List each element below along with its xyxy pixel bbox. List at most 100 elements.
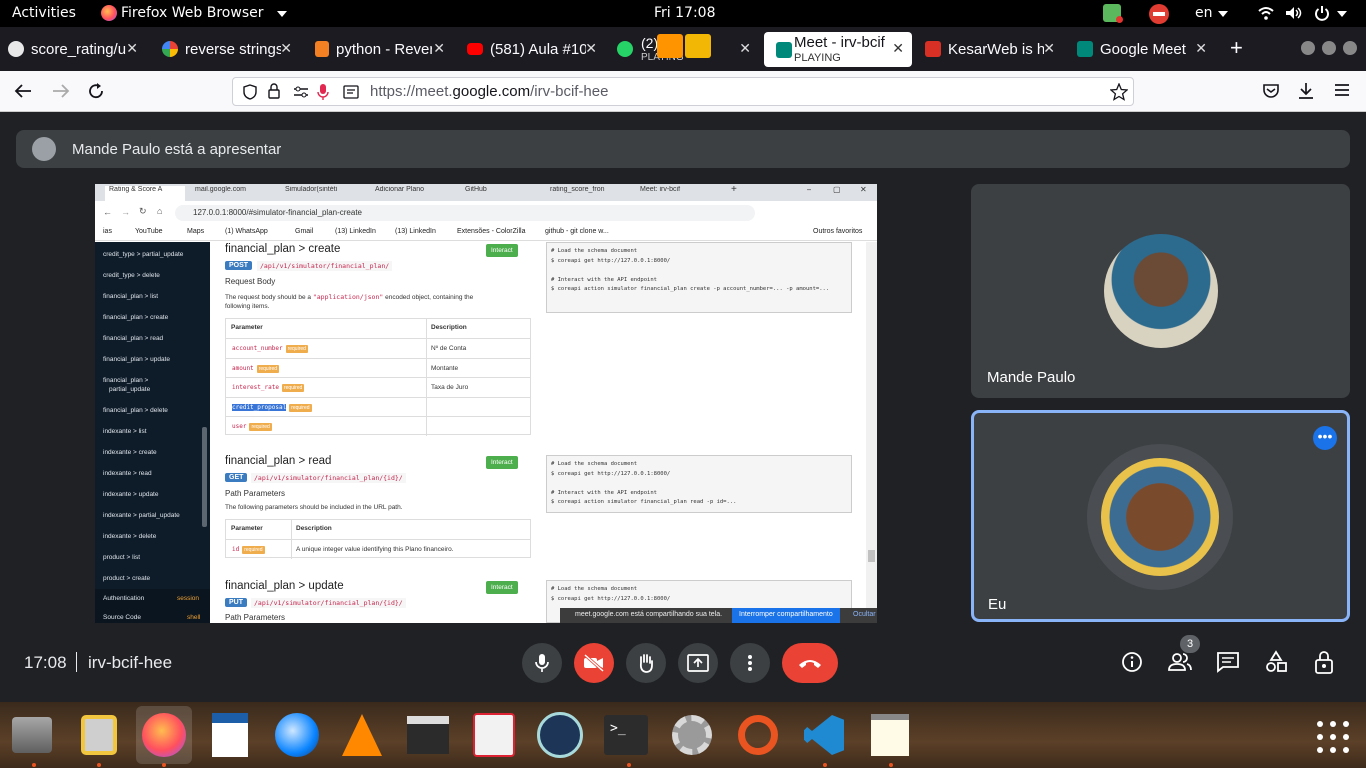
participant-tile[interactable]: Mande Paulo (971, 184, 1350, 398)
tab-reverse-strings[interactable]: reverse strings ✕ (162, 32, 294, 66)
pocket-icon[interactable] (1262, 82, 1280, 100)
more-options-icon[interactable]: ••• (1313, 426, 1337, 450)
info-icon[interactable] (1120, 650, 1146, 676)
downloads-icon[interactable] (1297, 82, 1315, 100)
table-row: amount required Montante (226, 357, 530, 378)
interact-button: Interact (486, 244, 518, 257)
shield-icon[interactable] (243, 84, 257, 100)
close-window-button[interactable] (1343, 41, 1357, 55)
self-tile[interactable]: ••• Eu (971, 410, 1350, 622)
forward-icon[interactable] (52, 83, 70, 99)
url-bar[interactable]: https://meet.google.com/irv-bcif-hee (232, 77, 1134, 106)
request-desc: The request body should be a "applicatio… (225, 293, 474, 301)
tab-google-meet[interactable]: Google Meet ✕ (1077, 32, 1209, 66)
leave-call-button[interactable] (782, 643, 838, 683)
dock-settings[interactable] (668, 711, 716, 759)
dock-pdf-viewer[interactable] (470, 711, 518, 759)
close-icon[interactable]: ✕ (1195, 40, 1207, 57)
lock-icon[interactable] (267, 83, 281, 100)
tab-whatsapp[interactable]: (2) App PLAYING ✕ (617, 32, 753, 66)
maximize-button[interactable] (1322, 41, 1336, 55)
dock-text-editor[interactable] (866, 711, 914, 759)
system-top-bar: Activities Firefox Web Browser Fri 17:08… (0, 0, 1366, 27)
vscode-icon (804, 715, 844, 755)
github-icon (8, 41, 24, 57)
power-icon[interactable] (1314, 5, 1330, 21)
new-tab-button[interactable]: + (1230, 35, 1243, 61)
dock-rhythmbox[interactable] (75, 711, 123, 759)
dock-video-editor[interactable] (404, 711, 452, 759)
tab-python-reverse[interactable]: python - Rever ✕ (315, 32, 447, 66)
close-icon[interactable]: ✕ (585, 40, 597, 57)
presenting-text: Mande Paulo está a apresentar (72, 141, 282, 158)
activities-button[interactable]: Activities (12, 5, 76, 21)
dock-vlc[interactable] (338, 711, 386, 759)
close-icon[interactable]: ✕ (433, 40, 445, 57)
wifi-icon[interactable] (1258, 6, 1274, 20)
page-info-icon[interactable] (343, 84, 359, 100)
gmail-icon (925, 41, 941, 57)
close-icon[interactable]: ✕ (1043, 40, 1055, 57)
speaker-icon (81, 715, 117, 755)
language-indicator[interactable]: en (1195, 5, 1213, 21)
url-text[interactable]: https://meet.google.com/irv-bcif-hee (370, 83, 608, 100)
shared-url: 127.0.0.1:8000/#simulator-financial_plan… (175, 205, 755, 221)
dock-files[interactable] (8, 711, 56, 759)
show-applications-icon[interactable] (1316, 720, 1350, 754)
notepad-icon (871, 714, 909, 756)
hand-icon (639, 654, 653, 673)
app-menu[interactable]: Firefox Web Browser (121, 5, 264, 21)
camera-button[interactable] (574, 643, 614, 683)
interact-button: Interact (486, 456, 518, 469)
present-button[interactable] (678, 643, 718, 683)
table-row: user required (226, 416, 530, 436)
camera-off-icon (584, 654, 604, 672)
permissions-icon[interactable] (293, 85, 309, 99)
tab-youtube-aula[interactable]: (581) Aula #10 ✕ (467, 32, 599, 66)
dock-writer[interactable] (206, 711, 254, 759)
microphone-icon[interactable] (317, 83, 329, 101)
dock-app[interactable] (536, 711, 584, 759)
clock[interactable]: Fri 17:08 (654, 5, 715, 21)
tab-kesarweb[interactable]: KesarWeb is hi ✕ (925, 32, 1057, 66)
close-icon[interactable]: ✕ (892, 40, 904, 57)
chevron-down-icon (1218, 11, 1228, 17)
close-icon[interactable]: ✕ (739, 40, 751, 57)
sidebar-scrollbar (202, 427, 207, 527)
dock-terminal[interactable]: >_ (602, 711, 650, 759)
chevron-down-icon (1337, 11, 1347, 17)
raise-hand-button[interactable] (626, 643, 666, 683)
microphone-indicator-icon[interactable] (685, 34, 711, 58)
host-controls-lock-icon[interactable] (1312, 650, 1338, 676)
close-icon[interactable]: ✕ (126, 40, 138, 57)
back-icon[interactable] (14, 83, 32, 99)
minimize-button[interactable] (1301, 41, 1315, 55)
dock-firefox[interactable] (136, 706, 192, 764)
update-icon (738, 715, 778, 755)
meeting-time: 17:08 (24, 653, 67, 672)
microphone-button[interactable] (522, 643, 562, 683)
reload-icon[interactable] (87, 82, 105, 100)
google-icon (162, 41, 178, 57)
dock-thunderbird[interactable] (273, 711, 321, 759)
firefox-sharing-indicator-icon[interactable] (657, 34, 683, 58)
tab-score-rating[interactable]: score_rating/u ✕ (8, 32, 140, 66)
dock-vscode[interactable] (800, 711, 848, 759)
people-icon[interactable] (1167, 650, 1193, 676)
close-icon[interactable]: ✕ (280, 40, 292, 57)
chat-icon[interactable] (1216, 650, 1242, 676)
table-row: account_number required Nº de Conta (226, 338, 530, 358)
activities-icon[interactable] (1264, 650, 1290, 676)
volume-icon[interactable] (1285, 6, 1303, 20)
microphone-icon (535, 654, 549, 672)
tab-meet-active[interactable]: Meet - irv-bcif PLAYING ✕ (764, 32, 912, 67)
alert-dot-icon (1116, 16, 1123, 23)
bookmark-star-icon[interactable] (1110, 83, 1128, 101)
minimize-icon: – (807, 185, 812, 194)
menu-icon[interactable] (1334, 83, 1350, 97)
maximize-icon: ▢ (833, 185, 841, 194)
more-options-button[interactable] (730, 643, 770, 683)
dock-updater[interactable] (734, 711, 782, 759)
document-icon (212, 713, 248, 757)
no-entry-icon[interactable] (1149, 4, 1169, 24)
